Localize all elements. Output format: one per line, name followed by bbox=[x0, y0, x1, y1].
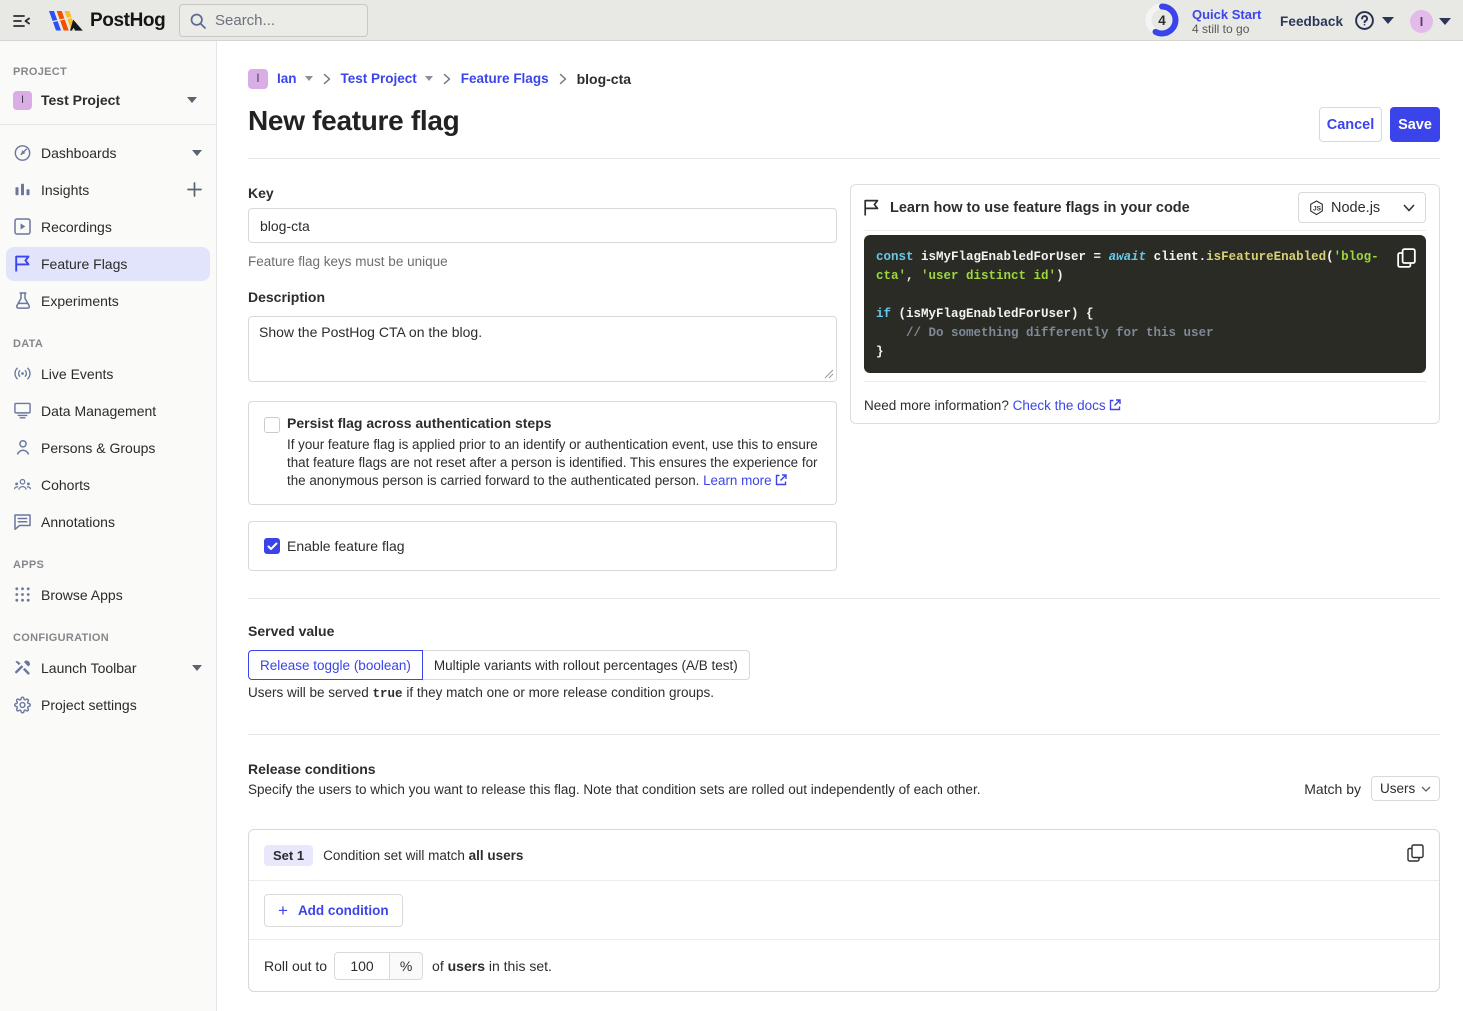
svg-text:JS: JS bbox=[1313, 205, 1322, 212]
